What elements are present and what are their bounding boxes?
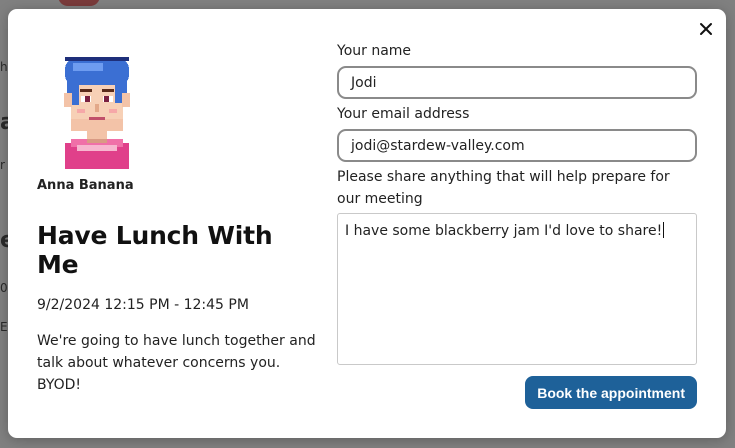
notes-textarea-value: I have some blackberry jam I'd love to s… [345,223,663,239]
event-title: Have Lunch With Me [37,221,273,279]
booking-form: Your name Jodi Your email address jodi@s… [337,40,697,409]
name-label: Your name [337,43,412,59]
close-button[interactable] [696,19,716,39]
name-input-value: Jodi [351,74,377,91]
close-icon [700,23,712,35]
name-input[interactable]: Jodi [337,66,697,99]
event-description: We're going to have lunch together and t… [37,333,316,393]
event-datetime: 9/2/2024 12:15 PM - 12:45 PM [37,297,249,313]
notes-label: Please share anything that will help pre… [337,169,670,207]
email-input[interactable]: jodi@stardew-valley.com [337,129,697,162]
background-text: E [0,320,8,334]
background-avatar [58,0,100,6]
email-label: Your email address [337,106,470,122]
book-appointment-button[interactable]: Book the appointment [525,376,697,409]
email-input-value: jodi@stardew-valley.com [351,137,525,154]
notes-textarea[interactable]: I have some blackberry jam I'd love to s… [337,213,697,365]
text-caret [663,222,665,238]
event-info: Anna Banana Have Lunch With Me 9/2/2024 … [37,49,317,396]
background-text: r [0,158,5,172]
background-text: 0 [0,281,8,295]
host-name: Anna Banana [37,178,134,193]
pixel-avatar-icon [64,57,130,169]
booking-modal: Anna Banana Have Lunch With Me 9/2/2024 … [8,9,726,438]
